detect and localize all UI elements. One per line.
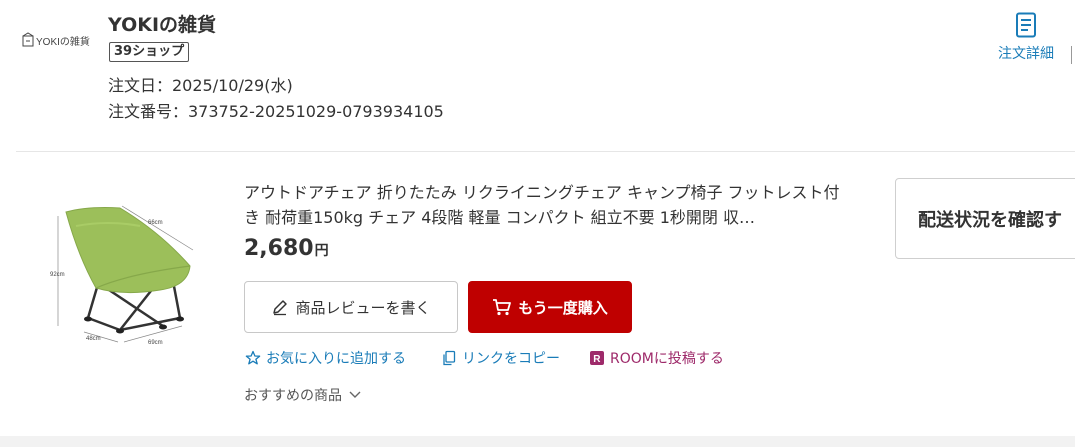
order-detail-label: 注文詳細 — [998, 46, 1054, 62]
shop-logo-text: YOKIの雑貨 — [36, 35, 90, 48]
product-title[interactable]: アウトドアチェア 折りたたみ リクライニングチェア キャンプ椅子 フットレスト付… — [244, 180, 844, 230]
section-divider — [16, 151, 1075, 152]
write-review-button[interactable]: 商品レビューを書く — [244, 281, 458, 333]
shop-name[interactable]: YOKIの雑貨 — [108, 10, 216, 37]
footer-background — [0, 436, 1075, 447]
add-favorite-label: お気に入りに追加する — [266, 351, 406, 367]
product-image[interactable]: 66cm 92cm 48cm 69cm — [48, 186, 208, 356]
dim-depth-label: 66cm — [148, 220, 163, 226]
price-value: 2,680 — [244, 236, 314, 261]
dim-seat-label: 48cm — [86, 336, 101, 342]
buy-again-button[interactable]: もう一度購入 — [468, 281, 632, 333]
svg-text:R: R — [593, 354, 601, 365]
buy-again-label: もう一度購入 — [518, 298, 608, 317]
shop-logo-icon: YOKIの雑貨 — [22, 32, 90, 48]
camping-chair-image: 66cm 92cm 48cm 69cm — [50, 205, 194, 346]
pencil-icon — [273, 300, 288, 316]
recommended-products-toggle[interactable]: おすすめの商品 — [244, 385, 362, 405]
product-price: 2,680円 — [244, 236, 329, 261]
order-detail-link[interactable]: 注文詳細 — [990, 12, 1062, 63]
chevron-down-icon — [349, 391, 361, 398]
cart-icon — [493, 299, 512, 316]
order-date: 注文日：2025/10/29(水) — [108, 76, 293, 95]
star-icon — [245, 350, 261, 365]
shop-logo[interactable]: YOKIの雑貨 — [22, 32, 92, 50]
order-number: 注文番号：373752-20251029-0793934105 — [108, 102, 444, 121]
check-shipping-button[interactable]: 配送状況を確認す — [895, 178, 1075, 259]
recommended-products-label: おすすめの商品 — [244, 388, 342, 404]
copy-icon — [443, 350, 456, 366]
header-separator — [1071, 46, 1072, 64]
post-to-room-link[interactable]: R ROOMに投稿する — [589, 348, 724, 368]
price-unit: 円 — [314, 243, 329, 259]
add-favorite-link[interactable]: お気に入りに追加する — [245, 348, 406, 368]
room-icon: R — [590, 351, 604, 365]
dim-height-label: 92cm — [50, 272, 65, 278]
copy-link-label: リンクをコピー — [462, 351, 560, 367]
copy-link[interactable]: リンクをコピー — [441, 348, 560, 368]
check-shipping-label: 配送状況を確認す — [918, 209, 1062, 231]
document-icon — [1016, 12, 1036, 38]
write-review-label: 商品レビューを書く — [295, 298, 431, 317]
shop-badge: 39ショップ — [109, 42, 190, 62]
dim-width-label: 69cm — [148, 340, 163, 346]
post-to-room-label: ROOMに投稿する — [610, 351, 724, 367]
